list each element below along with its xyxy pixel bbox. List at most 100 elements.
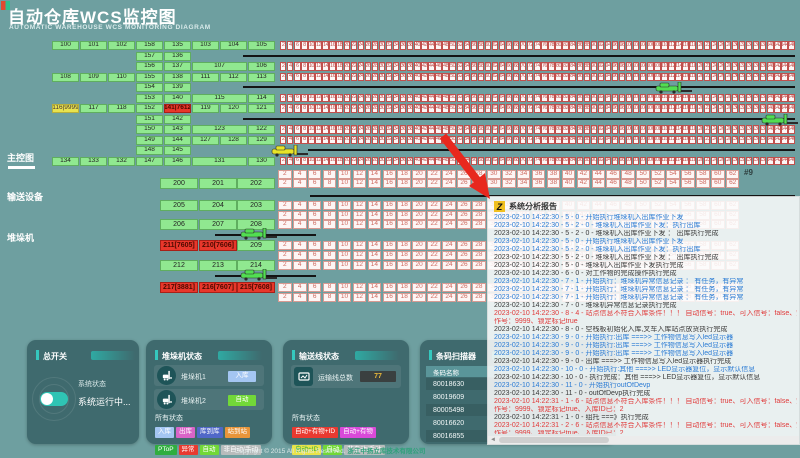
station-cell[interactable]: 107 (192, 62, 247, 71)
rack-position-cell: 114 (675, 104, 681, 113)
station-cell[interactable]: 147 (136, 157, 163, 166)
conveyor-station-cell[interactable]: 202 (237, 178, 275, 189)
conveyor-station-cell[interactable]: 204 (199, 200, 237, 211)
station-cell[interactable]: 103 (192, 41, 219, 50)
station-cell[interactable]: 156 (136, 62, 163, 71)
station-cell[interactable]: 106 (248, 62, 275, 71)
scrollbar-thumb[interactable] (499, 437, 609, 443)
station-cell[interactable]: 134 (52, 157, 79, 166)
conveyor-station-cell[interactable]: 217[3881] (160, 282, 198, 293)
conveyor-station-cell[interactable]: 206 (160, 219, 198, 230)
station-cell[interactable]: 121 (248, 104, 275, 113)
station-cell[interactable]: 149 (136, 136, 163, 145)
station-cell[interactable]: 118 (108, 104, 135, 113)
conveyor-position-cell: 8 (323, 201, 337, 210)
station-cell[interactable]: 112 (220, 73, 247, 82)
nav-main-diagram[interactable]: 主控图 (7, 151, 34, 164)
conveyor-station-cell[interactable]: 203 (237, 200, 275, 211)
station-cell[interactable]: 146 (164, 157, 191, 166)
station-cell[interactable]: 140 (164, 94, 191, 103)
station-cell[interactable]: 152 (136, 104, 163, 113)
rack-position-cell: 78 (548, 62, 554, 71)
log-line: 2023-02-10 14:22:30 - 8 - 4 - 站点信息不符合入库条… (494, 310, 797, 318)
nav-stacker[interactable]: 堆垛机 (7, 231, 34, 244)
station-cell[interactable]: 109 (80, 73, 107, 82)
station-cell[interactable]: 102 (108, 41, 135, 50)
nav-conveyor-equipment[interactable]: 输送设备 (7, 190, 43, 203)
log-horizontal-scrollbar[interactable]: ◄ (488, 436, 799, 444)
station-cell[interactable]: 144 (164, 136, 191, 145)
station-cell[interactable]: 138 (164, 73, 191, 82)
station-cell[interactable]: 119 (192, 104, 219, 113)
conveyor-position-cell: 12 (353, 261, 367, 270)
conveyor-station-cell[interactable]: 201 (199, 178, 237, 189)
rack-position-cell: 70 (520, 94, 526, 103)
conveyor-station-cell[interactable]: 211[7605] (160, 240, 198, 251)
station-cell[interactable]: 157 (136, 52, 163, 61)
conveyor-station-cell[interactable]: 210[7606] (199, 240, 237, 251)
station-cell[interactable]: 105 (248, 41, 275, 50)
station-cell[interactable]: 117 (80, 104, 107, 113)
station-cell[interactable]: 108 (52, 73, 79, 82)
station-cell[interactable]: 122 (248, 125, 275, 134)
station-cell[interactable]: 148 (136, 146, 163, 155)
rack-position-cell: 78 (548, 41, 554, 50)
station-cell[interactable]: 111 (192, 73, 219, 82)
station-cell[interactable]: 101 (80, 41, 107, 50)
station-cell[interactable]: 115 (192, 94, 247, 103)
station-cell[interactable]: 132 (108, 157, 135, 166)
rack-position-cell: 76 (541, 73, 547, 82)
station-cell[interactable]: 150 (136, 125, 163, 134)
station-cell[interactable]: 104 (220, 41, 247, 50)
conveyor-station-cell[interactable]: 215[7608] (237, 282, 275, 293)
conveyor-position-cell: 20 (412, 170, 426, 179)
system-toggle[interactable] (40, 392, 68, 406)
station-cell[interactable]: 142 (164, 115, 191, 124)
station-cell[interactable]: 139 (164, 83, 191, 92)
panel-title-pill (218, 351, 262, 360)
station-cell[interactable]: 100 (52, 41, 79, 50)
conveyor-station-cell[interactable]: 200 (160, 178, 198, 189)
rack-position-cell: 50 (449, 104, 455, 113)
rack-position-cell: 10 (308, 73, 314, 82)
rack-position-cell: 114 (675, 62, 681, 71)
station-cell[interactable]: 113 (248, 73, 275, 82)
station-cell[interactable]: 114 (248, 94, 275, 103)
conveyor-station-cell[interactable]: 205 (160, 200, 198, 211)
rack-position-cell: 130 (732, 125, 738, 134)
station-cell[interactable]: 123 (192, 125, 247, 134)
station-cell[interactable]: 130 (248, 157, 275, 166)
conveyor-station-cell[interactable]: 216[7607] (199, 282, 237, 293)
station-cell[interactable]: 120 (220, 104, 247, 113)
station-cell[interactable]: 151 (136, 115, 163, 124)
station-cell[interactable]: 133 (80, 157, 107, 166)
station-cell[interactable]: 141|7612 (164, 104, 191, 113)
station-cell[interactable]: 131 (192, 157, 247, 166)
conveyor-station-cell[interactable]: 209 (237, 240, 275, 251)
station-cell[interactable]: 145 (164, 146, 191, 155)
station-cell[interactable]: 143 (164, 125, 191, 134)
station-cell[interactable]: 154 (136, 83, 163, 92)
station-cell[interactable]: 128 (220, 136, 247, 145)
rack-position-cell: 36 (400, 73, 406, 82)
station-cell[interactable]: 116|9999 (52, 104, 79, 113)
rack-position-cell: 2 (280, 104, 286, 113)
conveyor-position-cell: 44 (592, 170, 606, 179)
station-cell[interactable]: 127 (192, 136, 219, 145)
rack-position-cell: 66 (506, 136, 512, 145)
conveyor-position-cell: 24 (442, 293, 456, 302)
station-cell[interactable]: 155 (136, 73, 163, 82)
station-cell[interactable]: 153 (136, 94, 163, 103)
station-cell[interactable]: 158 (136, 41, 163, 50)
station-cell[interactable]: 110 (108, 73, 135, 82)
station-cell[interactable]: 137 (164, 62, 191, 71)
rack-position-cell: 22 (351, 73, 357, 82)
conveyor-station-cell[interactable]: 212 (160, 260, 198, 271)
station-cell[interactable]: 135 (164, 41, 191, 50)
conveyor-station-cell[interactable]: 207 (199, 219, 237, 230)
rack-position-cell: 144 (781, 136, 787, 145)
scroll-left-arrow[interactable]: ◄ (490, 436, 496, 444)
station-cell[interactable]: 136 (164, 52, 191, 61)
toggle-knob[interactable] (41, 393, 53, 405)
conveyor-station-cell[interactable]: 213 (199, 260, 237, 271)
